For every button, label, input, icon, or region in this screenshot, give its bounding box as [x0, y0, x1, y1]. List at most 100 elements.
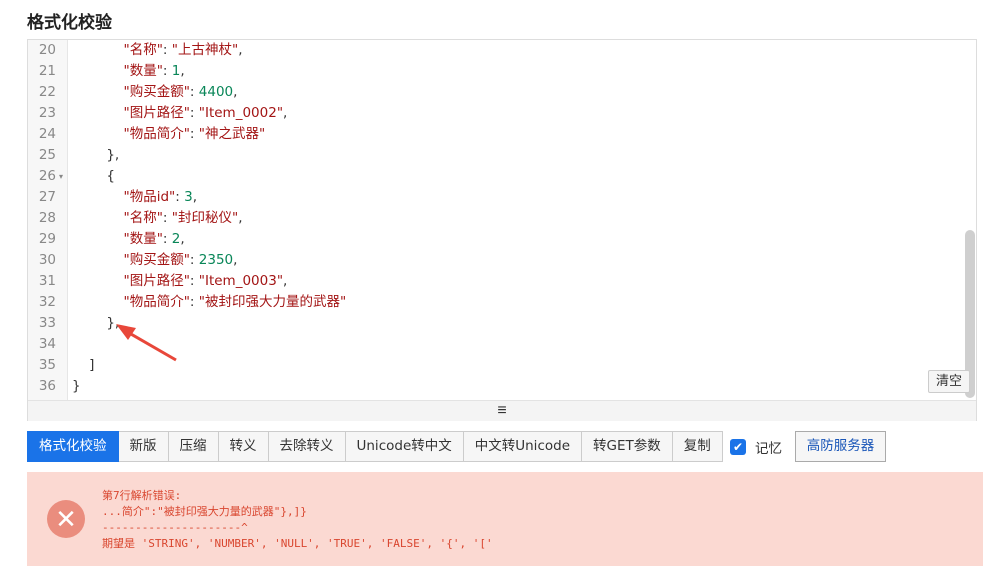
toolbar-button[interactable]: 复制: [672, 431, 723, 462]
code-line[interactable]: 31 "图片路径": "Item_0003",: [28, 271, 968, 292]
toolbar-button[interactable]: 转GET参数: [582, 431, 673, 462]
line-number: 25: [38, 147, 56, 163]
code-line[interactable]: 27 "物品id": 3,: [28, 187, 968, 208]
line-number: 32: [38, 294, 56, 310]
line-code: {: [72, 166, 115, 187]
code-token: ,: [233, 84, 238, 100]
error-line-4: 期望是 'STRING', 'NUMBER', 'NULL', 'TRUE', …: [102, 537, 493, 550]
error-line-3: ---------------------^: [102, 521, 248, 534]
line-code: ]: [72, 355, 94, 376]
line-code: "购买金额": 4400,: [72, 82, 238, 103]
line-code: "图片路径": "Item_0002",: [72, 103, 288, 124]
json-editor[interactable]: 20 "名称": "上古神杖", 21 "数量": 1, 22 "购买金额": 44…: [27, 39, 977, 421]
code-line[interactable]: 28 "名称": "封印秘仪",: [28, 208, 968, 229]
code-line[interactable]: 36}: [28, 376, 968, 397]
code-line[interactable]: 24 "物品简介": "神之武器": [28, 124, 968, 145]
resize-icon: ≡: [497, 402, 507, 419]
code-line[interactable]: 26 ▾ {: [28, 166, 968, 187]
code-token: },: [106, 147, 120, 163]
code-token: "数量": [123, 63, 163, 79]
code-token: {: [106, 168, 115, 184]
line-number: 28: [38, 210, 56, 226]
fold-toggle-icon[interactable]: ▾: [59, 166, 63, 187]
error-line-2: ...简介":"被封印强大力量的武器"},]}: [102, 505, 307, 518]
code-token: :: [189, 252, 199, 268]
toolbar-button[interactable]: 中文转Unicode: [463, 431, 582, 462]
toolbar-button[interactable]: 格式化校验: [27, 431, 119, 462]
code-token: ,: [233, 252, 238, 268]
server-button[interactable]: 高防服务器: [795, 431, 886, 462]
toolbar-button[interactable]: Unicode转中文: [345, 431, 464, 462]
error-line-1: 第7行解析错误:: [102, 489, 182, 502]
line-code: "名称": "封印秘仪",: [72, 208, 243, 229]
error-panel: ✕ 第7行解析错误: ...简介":"被封印强大力量的武器"},]} -------…: [27, 472, 983, 566]
code-token: :: [189, 105, 199, 121]
resize-handle[interactable]: ≡: [28, 400, 976, 421]
code-line[interactable]: 32 "物品简介": "被封印强大力量的武器": [28, 292, 968, 313]
toolbar-button[interactable]: 压缩: [168, 431, 219, 462]
close-circle-icon: ✕: [47, 500, 85, 538]
code-token: :: [162, 231, 172, 247]
code-token: 4400: [198, 84, 234, 100]
code-token: :: [175, 189, 185, 205]
code-token: "Item_0003": [198, 273, 284, 289]
code-token: "物品简介": [123, 126, 190, 142]
code-token: :: [162, 210, 172, 226]
line-code: "数量": 2,: [72, 229, 185, 250]
code-line[interactable]: 29 "数量": 2,: [28, 229, 968, 250]
code-token: "购买金额": [123, 252, 190, 268]
toolbar-button[interactable]: 转义: [218, 431, 269, 462]
error-message: 第7行解析错误: ...简介":"被封印强大力量的武器"},]} ---------…: [102, 488, 493, 552]
line-code: },: [72, 145, 119, 166]
code-token: "物品id": [123, 189, 176, 205]
code-line[interactable]: 21 "数量": 1,: [28, 61, 968, 82]
code-line[interactable]: 23 "图片路径": "Item_0002",: [28, 103, 968, 124]
code-token: :: [189, 273, 199, 289]
line-number: 23: [38, 105, 56, 121]
code-token: "图片路径": [123, 105, 190, 121]
code-token: 3: [184, 189, 193, 205]
code-token: ]: [89, 357, 95, 373]
line-number: 29: [38, 231, 56, 247]
code-token: }: [72, 378, 81, 394]
code-token: "封印秘仪": [171, 210, 239, 226]
code-token: "名称": [123, 42, 163, 58]
line-number: 21: [38, 63, 56, 79]
toolbar-button[interactable]: 新版: [118, 431, 169, 462]
code-line[interactable]: 20 "名称": "上古神杖",: [28, 40, 968, 61]
code-line[interactable]: 25 },: [28, 145, 968, 166]
toolbar-button[interactable]: 去除转义: [268, 431, 346, 462]
line-code: "图片路径": "Item_0003",: [72, 271, 288, 292]
code-token: "物品简介": [123, 294, 190, 310]
code-token: "名称": [123, 210, 163, 226]
memory-checkbox[interactable]: ✔: [730, 439, 746, 455]
code-token: ,: [180, 231, 185, 247]
code-token: ,: [283, 273, 288, 289]
line-code: }: [72, 376, 81, 397]
clear-button[interactable]: 清空: [928, 370, 970, 393]
code-token: "Item_0002": [198, 105, 284, 121]
line-number: 24: [38, 126, 56, 142]
code-token: :: [189, 294, 199, 310]
memory-toggle[interactable]: ✔ 记忆: [730, 437, 782, 457]
code-line[interactable]: 30 "购买金额": 2350,: [28, 250, 968, 271]
code-token: :: [189, 126, 199, 142]
code-token: "图片路径": [123, 273, 190, 289]
action-toolbar: 格式化校验 新版 压缩 转义 去除转义 Unicode转中文 中文转Unicode 转GET参…: [27, 431, 723, 462]
line-code: "物品简介": "被封印强大力量的武器": [72, 292, 347, 313]
code-token: ,: [238, 42, 243, 58]
code-token: ,: [180, 63, 185, 79]
code-line[interactable]: 22 "购买金额": 4400,: [28, 82, 968, 103]
code-token: "数量": [123, 231, 163, 247]
line-number: 26: [38, 168, 56, 184]
